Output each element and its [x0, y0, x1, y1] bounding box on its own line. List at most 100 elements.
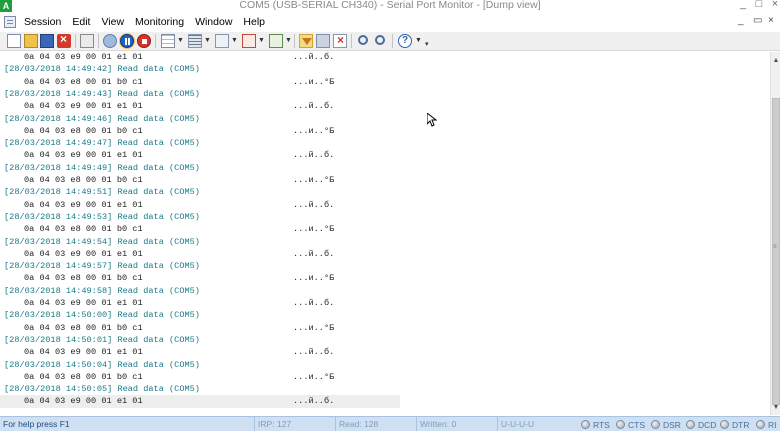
led-indicator-icon: [581, 420, 590, 429]
dump-view[interactable]: 0a 04 03 e9 00 01 e1 01 ...й..б. [28/03/20…: [0, 52, 770, 415]
log-data-row[interactable]: 0a 04 03 e9 00 01 e1 01 ...й..б.: [0, 297, 400, 309]
hex-view-icon[interactable]: [242, 34, 256, 48]
open-file-icon[interactable]: [24, 34, 38, 48]
signal-dcd: DCD: [686, 419, 716, 430]
clear-icon[interactable]: [333, 33, 347, 48]
tools-icon[interactable]: [316, 34, 330, 48]
log-header-row[interactable]: [28/03/2018 14:50:00] Read data (COM5): [0, 309, 400, 321]
hex-bytes: 0a 04 03 e8 00 01 b0 c1: [24, 125, 143, 136]
log-header-row[interactable]: [28/03/2018 14:49:43] Read data (COM5): [0, 88, 400, 100]
signal-rts: RTS: [581, 419, 610, 430]
filter-icon[interactable]: [299, 34, 313, 48]
signal-cts: CTS: [616, 419, 645, 430]
pause-icon[interactable]: [120, 34, 134, 48]
start-icon[interactable]: [103, 34, 117, 48]
led-indicator-icon: [720, 420, 729, 429]
new-file-icon[interactable]: [7, 34, 21, 48]
log-data-row-selected[interactable]: 0a 04 03 e9 00 01 e1 01 ...й..б.: [0, 395, 400, 408]
chevron-down-icon[interactable]: ▼: [258, 37, 265, 44]
log-data-row[interactable]: 0a 04 03 e9 00 01 e1 01 ...й..б.: [0, 52, 400, 63]
log-data-row[interactable]: 0a 04 03 e8 00 01 b0 c1 ...и..°Б: [0, 223, 400, 235]
chevron-down-icon[interactable]: ▼: [231, 37, 238, 44]
table-view-icon[interactable]: [161, 34, 175, 48]
log-data-row[interactable]: 0a 04 03 e8 00 01 b0 c1 ...и..°Б: [0, 322, 400, 334]
menu-item-edit[interactable]: Edit: [72, 16, 95, 28]
save-icon[interactable]: [40, 34, 54, 48]
toolbar-separator: [155, 34, 156, 48]
title-bar: A COM5 (USB-SERIAL CH340) - Serial Port …: [0, 0, 780, 13]
log-data-row[interactable]: 0a 04 03 e9 00 01 e1 01 ...й..б.: [0, 149, 400, 161]
menu-item-monitoring[interactable]: Monitoring: [135, 16, 189, 28]
chevron-down-icon[interactable]: ▼: [204, 37, 211, 44]
menu-item-help[interactable]: Help: [243, 16, 270, 28]
scrollbar-thumb[interactable]: [772, 98, 780, 405]
mdi-restore-button[interactable]: ▭: [753, 15, 762, 26]
log-header-row[interactable]: [28/03/2018 14:49:47] Read data (COM5): [0, 137, 400, 149]
line-view-icon[interactable]: [188, 34, 202, 48]
toolbar: ▼ ▼ ▼ ▼ ▼ ? ▼ ▾: [0, 32, 780, 51]
hex-bytes: 0a 04 03 e8 00 01 b0 c1: [24, 76, 143, 87]
ascii-text: ...и..°Б: [293, 175, 335, 185]
log-data-row[interactable]: 0a 04 03 e8 00 01 b0 c1 ...и..°Б: [0, 272, 400, 284]
document-window-icon[interactable]: [4, 16, 16, 28]
menu-item-view[interactable]: View: [101, 16, 129, 28]
hex-bytes: 0a 04 03 e9 00 01 e1 01: [24, 347, 143, 358]
mdi-minimize-button[interactable]: _: [738, 15, 744, 26]
stop-icon[interactable]: [137, 34, 151, 48]
copy-icon[interactable]: [80, 34, 94, 48]
log-data-row[interactable]: 0a 04 03 e9 00 01 e1 01 ...й..б.: [0, 199, 400, 211]
status-line-settings: U-U-U-U: [497, 417, 575, 431]
log-data-row[interactable]: 0a 04 03 e9 00 01 e1 01 ...й..б.: [0, 100, 400, 112]
signal-label: DCD: [698, 419, 717, 430]
chevron-down-icon[interactable]: ▼: [285, 37, 292, 44]
close-session-icon[interactable]: [57, 32, 71, 48]
log-data-row[interactable]: 0a 04 03 e8 00 01 b0 c1 ...и..°Б: [0, 371, 400, 383]
log-header-row[interactable]: [28/03/2018 14:50:04] Read data (COM5): [0, 359, 400, 371]
hex-bytes: 0a 04 03 e8 00 01 b0 c1: [24, 371, 143, 382]
log-header-row[interactable]: [28/03/2018 14:49:42] Read data (COM5): [0, 63, 400, 75]
toolbar-options-icon[interactable]: ▾: [425, 40, 429, 48]
ascii-text: ...й..б.: [293, 199, 335, 210]
ascii-text: ...й..б.: [293, 248, 335, 259]
log-header-row[interactable]: [28/03/2018 14:49:57] Read data (COM5): [0, 260, 400, 272]
scroll-down-icon[interactable]: ▼: [772, 404, 780, 412]
status-help-text: For help press F1: [3, 419, 70, 429]
maximize-button[interactable]: □: [751, 0, 767, 10]
log-header-row[interactable]: [28/03/2018 14:49:58] Read data (COM5): [0, 285, 400, 297]
led-indicator-icon: [686, 420, 695, 429]
log-header-row[interactable]: [28/03/2018 14:49:49] Read data (COM5): [0, 162, 400, 174]
find-next-icon[interactable]: [375, 35, 385, 45]
vertical-scrollbar[interactable]: ▲ ≡ ▼: [770, 52, 780, 415]
dump-view-icon[interactable]: [269, 34, 283, 48]
log-data-row[interactable]: 0a 04 03 e8 00 01 b0 c1 ...и..°Б: [0, 174, 400, 186]
log-data-row[interactable]: 0a 04 03 e8 00 01 b0 c1 ...и..°Б: [0, 76, 400, 88]
log-header-row[interactable]: [28/03/2018 14:49:46] Read data (COM5): [0, 113, 400, 125]
menu-item-window[interactable]: Window: [195, 16, 237, 28]
log-header-row[interactable]: [28/03/2018 14:50:05] Read data (COM5): [0, 383, 400, 395]
log-data-row[interactable]: 0a 04 03 e9 00 01 e1 01 ...й..б.: [0, 248, 400, 260]
hex-bytes: 0a 04 03 e8 00 01 b0 c1: [24, 322, 143, 333]
signal-label: RI: [768, 419, 777, 430]
find-icon[interactable]: [358, 35, 368, 45]
ascii-text: ...и..°Б: [293, 371, 335, 382]
chevron-down-icon[interactable]: ▼: [415, 37, 422, 44]
hex-bytes: 0a 04 03 e9 00 01 e1 01: [24, 52, 143, 62]
minimize-button[interactable]: _: [735, 0, 751, 10]
help-icon[interactable]: ?: [398, 34, 412, 48]
close-button[interactable]: ×: [767, 0, 780, 10]
hex-bytes: 0a 04 03 e9 00 01 e1 01: [24, 199, 143, 210]
log-header-row[interactable]: [28/03/2018 14:50:01] Read data (COM5): [0, 334, 400, 346]
log-header-row[interactable]: [28/03/2018 14:49:54] Read data (COM5): [0, 236, 400, 248]
mdi-close-button[interactable]: ×: [768, 15, 774, 26]
log-data-row[interactable]: 0a 04 03 e9 00 01 e1 01 ...й..б.: [0, 346, 400, 358]
log-header-row[interactable]: [28/03/2018 14:49:51] Read data (COM5): [0, 186, 400, 198]
log-data-row[interactable]: 0a 04 03 e8 00 01 b0 c1 ...и..°Б: [0, 125, 400, 137]
log-header-row[interactable]: [28/03/2018 14:49:53] Read data (COM5): [0, 211, 400, 223]
toolbar-separator: [75, 34, 76, 48]
toolbar-separator: [98, 34, 99, 48]
terminal-view-icon[interactable]: [215, 34, 229, 48]
scroll-up-icon[interactable]: ▲: [772, 57, 780, 65]
hex-bytes: 0a 04 03 e8 00 01 b0 c1: [24, 273, 143, 284]
menu-item-session[interactable]: Session: [24, 16, 66, 28]
chevron-down-icon[interactable]: ▼: [177, 37, 184, 44]
